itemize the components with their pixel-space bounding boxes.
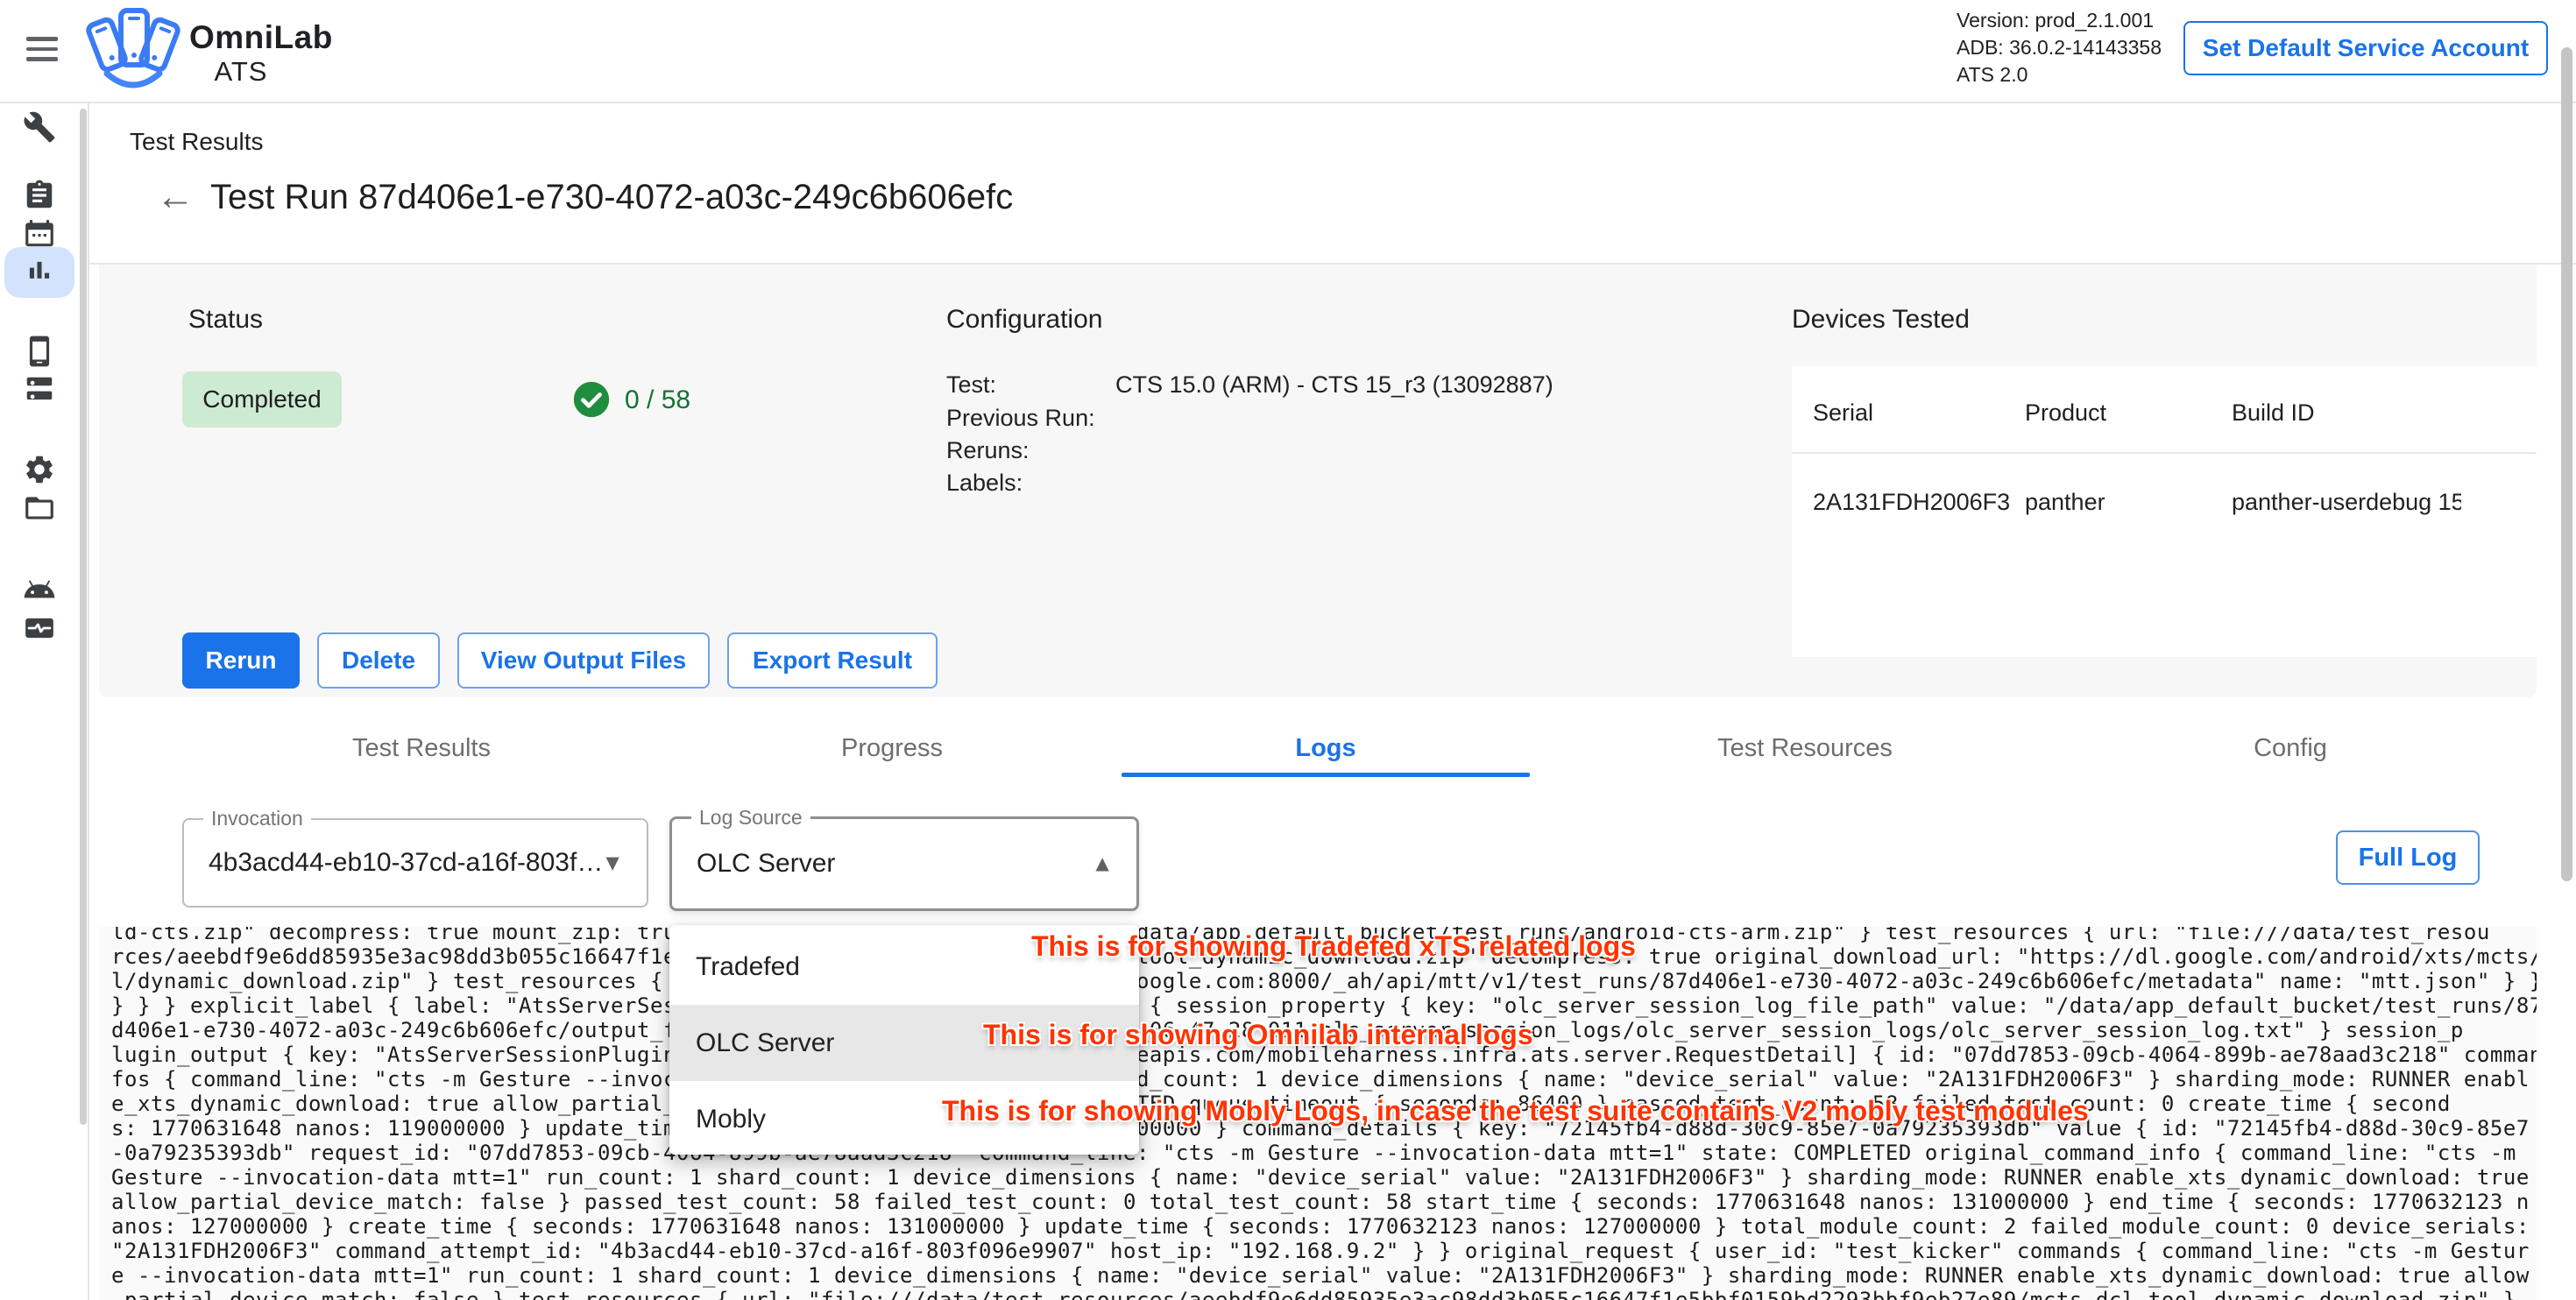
- android-icon: [23, 595, 56, 610]
- summary-card: Status Completed 0 / 58 Configuration Te…: [99, 265, 2537, 697]
- delete-button[interactable]: Delete: [317, 632, 440, 689]
- status-heading: Status: [188, 305, 263, 335]
- sidebar-item-devices[interactable]: [23, 335, 58, 370]
- sidebar-item-test-results[interactable]: [23, 255, 58, 290]
- configuration-heading: Configuration: [946, 305, 1102, 335]
- page-title: Test Run 87d406e1-e730-4072-a03c-249c6b6…: [210, 178, 1013, 217]
- device-build-id-cell: panther-userdebug 15 B: [2232, 489, 2461, 516]
- app-bar: OmniLab ATS Version: prod_2.1.001 ADB: 3…: [0, 0, 2576, 103]
- column-header-build-id: Build ID: [2232, 399, 2315, 427]
- breadcrumb: Test Results: [130, 128, 264, 156]
- folder-icon: [23, 513, 56, 528]
- table-divider: [1792, 452, 2537, 454]
- version-info: Version: prod_2.1.001 ADB: 36.0.2-141433…: [1957, 7, 2162, 88]
- sidebar-item-test-plans[interactable]: [23, 179, 58, 214]
- sidebar-nav: [0, 103, 89, 1300]
- devices-table: Serial Product Build ID 2A131FDH2006F3 p…: [1792, 366, 2537, 657]
- chevron-up-icon: ▲: [1091, 851, 1114, 878]
- set-default-service-account-button[interactable]: Set Default Service Account: [2183, 21, 2548, 75]
- sidebar-item-system-metrics[interactable]: [23, 611, 58, 646]
- clipboard-icon: [23, 201, 56, 215]
- wrench-icon: [23, 132, 56, 147]
- smartphone-icon: [23, 357, 56, 371]
- page-scrollbar[interactable]: [2561, 47, 2572, 881]
- full-log-button[interactable]: Full Log: [2336, 830, 2480, 885]
- invocation-select[interactable]: Invocation 4b3acd44-eb10-37cd-a16f-803f……: [182, 818, 648, 908]
- export-result-button[interactable]: Export Result: [727, 632, 938, 689]
- check-circle-icon: [572, 380, 611, 419]
- sidebar-item-tests[interactable]: [23, 110, 58, 145]
- config-label-reruns: Reruns:: [946, 437, 1030, 464]
- config-value-test: CTS 15.0 (ARM) - CTS 15_r3 (13092887): [1115, 371, 1553, 399]
- logo-subtitle: ATS: [189, 56, 293, 88]
- tab-test-results[interactable]: Test Results: [352, 734, 491, 763]
- invocation-select-value: 4b3acd44-eb10-37cd-a16f-803f…: [209, 848, 603, 878]
- tab-progress[interactable]: Progress: [841, 734, 943, 763]
- sidebar-item-settings[interactable]: [23, 453, 58, 488]
- sidebar-item-file-browser[interactable]: [23, 491, 58, 526]
- back-arrow-icon[interactable]: ←: [156, 175, 195, 219]
- active-tab-indicator: [1122, 773, 1530, 777]
- devices-tested-heading: Devices Tested: [1792, 305, 1970, 335]
- calendar-icon: [23, 239, 56, 254]
- annotation-tradefed: This is for showing Tradefed xTS related…: [1031, 930, 1636, 963]
- rerun-button[interactable]: Rerun: [182, 632, 300, 689]
- hamburger-menu-icon[interactable]: [26, 37, 60, 65]
- sidebar-item-schedule[interactable]: [23, 217, 58, 252]
- tab-config[interactable]: Config: [2254, 734, 2327, 763]
- annotation-olc-server: This is for showing Omnilab internal log…: [983, 1019, 1533, 1051]
- sidebar-item-android[interactable]: [23, 573, 58, 608]
- ats-version-line: ATS 2.0: [1957, 61, 2162, 88]
- adb-version-line: ADB: 36.0.2-14143358: [1957, 34, 2162, 61]
- sidebar-scrollbar[interactable]: [80, 109, 87, 1125]
- version-line: Version: prod_2.1.001: [1957, 7, 2162, 34]
- log-source-select[interactable]: Log Source OLC Server ▲: [669, 816, 1139, 911]
- metrics-card-icon: [23, 633, 56, 648]
- omnilab-logo-icon: [84, 5, 182, 96]
- tab-logs[interactable]: Logs: [1295, 734, 1355, 763]
- gear-icon: [23, 475, 56, 490]
- config-label-test: Test:: [946, 371, 996, 399]
- logo-title: OmniLab: [189, 19, 333, 56]
- column-header-product: Product: [2025, 399, 2106, 427]
- column-header-serial: Serial: [1813, 399, 1873, 427]
- annotation-mobly: This is for showing Mobly Logs, in case …: [942, 1095, 2089, 1127]
- chevron-down-icon: ▼: [601, 850, 624, 877]
- failed-test-ratio: 0 / 58: [625, 385, 690, 415]
- invocation-select-label: Invocation: [203, 807, 311, 830]
- log-source-select-label: Log Source: [691, 806, 810, 830]
- config-label-previous-run: Previous Run:: [946, 405, 1095, 432]
- bar-chart-icon: [23, 277, 56, 292]
- sidebar-item-hosts[interactable]: [23, 373, 58, 408]
- status-badge: Completed: [182, 371, 342, 427]
- device-serial-cell: 2A131FDH2006F3: [1813, 489, 2010, 516]
- view-output-files-button[interactable]: View Output Files: [457, 632, 710, 689]
- config-label-labels: Labels:: [946, 470, 1023, 497]
- storage-icon: [23, 395, 56, 410]
- tab-test-resources[interactable]: Test Resources: [1717, 734, 1893, 763]
- device-product-cell: panther: [2025, 489, 2105, 516]
- tab-bar: Test Results Progress Logs Test Resource…: [99, 718, 2537, 778]
- log-source-select-value: OLC Server: [697, 849, 835, 879]
